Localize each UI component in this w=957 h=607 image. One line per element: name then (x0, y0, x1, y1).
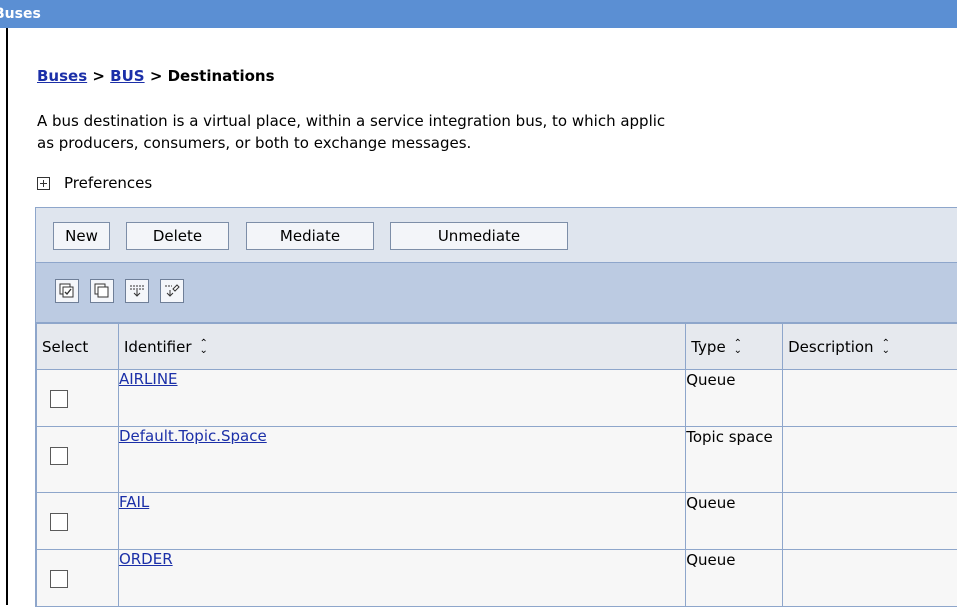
description-line: as producers, consumers, or both to exch… (37, 132, 947, 154)
page-description: A bus destination is a virtual place, wi… (37, 110, 947, 154)
identifier-cell: FAIL (118, 493, 685, 550)
table-row: FAIL Queue (37, 493, 957, 550)
column-header-select: Select (37, 324, 119, 370)
table-header-row: Select Identifier ⌃⌄ Type ⌃⌄ Description ⌃⌄ (37, 324, 957, 370)
description-cell (783, 550, 957, 607)
destinations-panel: New Delete Mediate Unmediate Select Iden… (35, 207, 957, 607)
column-header-type-label[interactable]: Type (691, 338, 725, 356)
sort-icon[interactable]: ⌃⌄ (882, 340, 890, 354)
new-button[interactable]: New (53, 222, 110, 250)
breadcrumb-link-bus[interactable]: BUS (110, 67, 144, 85)
breadcrumb-current: Destinations (168, 67, 275, 85)
window-titlebar: Buses (0, 0, 957, 28)
show-filter-icon[interactable] (125, 279, 149, 303)
row-checkbox[interactable] (50, 390, 68, 408)
identifier-link[interactable]: FAIL (119, 493, 149, 511)
breadcrumb: Buses > BUS > Destinations (37, 67, 275, 85)
identifier-link[interactable]: ORDER (119, 550, 173, 568)
type-cell: Topic space (686, 427, 783, 493)
select-cell (37, 493, 119, 550)
select-all-icon[interactable] (55, 279, 79, 303)
table-row: Default.Topic.Space Topic space (37, 427, 957, 493)
preferences-label[interactable]: Preferences (64, 174, 152, 192)
row-checkbox[interactable] (50, 447, 68, 465)
identifier-cell: Default.Topic.Space (118, 427, 685, 493)
identifier-link[interactable]: Default.Topic.Space (119, 427, 267, 445)
type-cell: Queue (686, 493, 783, 550)
delete-button[interactable]: Delete (126, 222, 229, 250)
type-cell: Queue (686, 550, 783, 607)
column-header-description-label[interactable]: Description (788, 338, 873, 356)
row-checkbox[interactable] (50, 513, 68, 531)
sort-icon[interactable]: ⌃⌄ (734, 340, 742, 354)
table-row: ORDER Queue (37, 550, 957, 607)
window-title: Buses (0, 6, 41, 22)
breadcrumb-link-buses[interactable]: Buses (37, 67, 87, 85)
description-cell (783, 370, 957, 427)
unmediate-button[interactable]: Unmediate (390, 222, 568, 250)
column-header-description[interactable]: Description ⌃⌄ (783, 324, 957, 370)
select-cell (37, 370, 119, 427)
breadcrumb-separator: > (145, 67, 168, 85)
mediate-button[interactable]: Mediate (246, 222, 374, 250)
column-header-identifier[interactable]: Identifier ⌃⌄ (118, 324, 685, 370)
destinations-table: Select Identifier ⌃⌄ Type ⌃⌄ Description ⌃⌄… (36, 323, 957, 607)
select-cell (37, 550, 119, 607)
select-cell (37, 427, 119, 493)
column-header-type[interactable]: Type ⌃⌄ (686, 324, 783, 370)
plus-box-icon[interactable] (37, 177, 50, 190)
type-cell: Queue (686, 370, 783, 427)
preferences-toggle[interactable]: Preferences (37, 174, 152, 192)
description-cell (783, 427, 957, 493)
column-header-identifier-label[interactable]: Identifier (124, 338, 192, 356)
identifier-cell: AIRLINE (118, 370, 685, 427)
column-header-select-label: Select (42, 338, 88, 356)
content-border (6, 28, 8, 605)
sort-icon[interactable]: ⌃⌄ (200, 340, 208, 354)
row-checkbox[interactable] (50, 570, 68, 588)
table-row: AIRLINE Queue (37, 370, 957, 427)
clear-filter-icon[interactable] (160, 279, 184, 303)
identifier-cell: ORDER (118, 550, 685, 607)
description-line: A bus destination is a virtual place, wi… (37, 110, 947, 132)
description-cell (783, 493, 957, 550)
action-toolbar: New Delete Mediate Unmediate (36, 207, 957, 263)
deselect-all-icon[interactable] (90, 279, 114, 303)
icon-toolbar (36, 263, 957, 323)
breadcrumb-separator: > (87, 67, 110, 85)
identifier-link[interactable]: AIRLINE (119, 370, 178, 388)
